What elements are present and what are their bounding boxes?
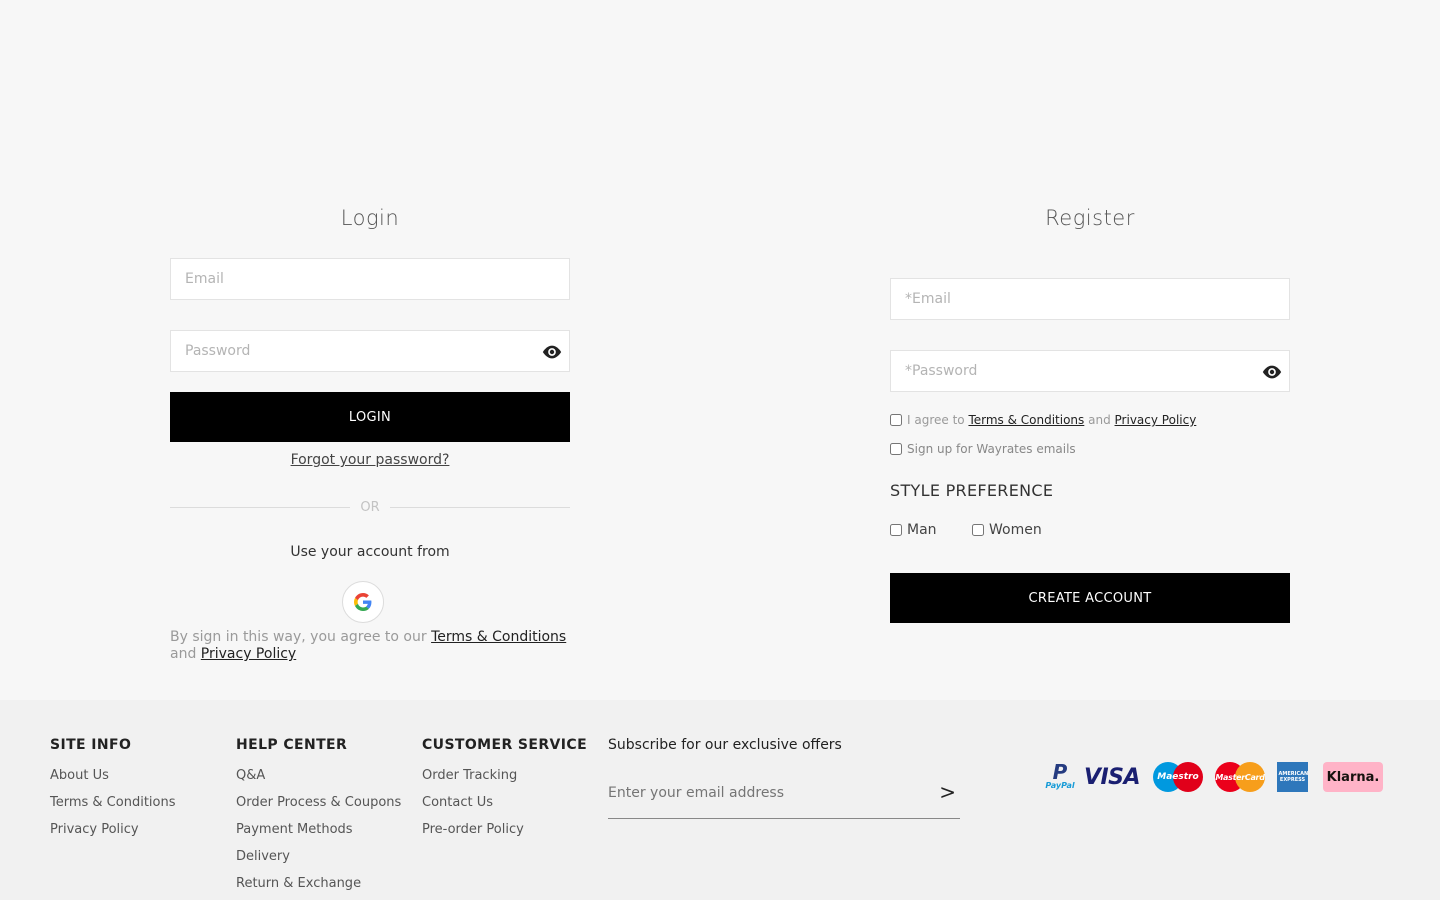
consent-prefix: By sign in this way, you agree to our: [170, 629, 427, 645]
style-women-label: Women: [989, 522, 1042, 538]
mastercard-icon: MasterCard: [1214, 761, 1266, 793]
login-email-input[interactable]: [171, 259, 569, 299]
footer-link-return-exchange[interactable]: Return & Exchange: [236, 876, 361, 891]
footer-link-about-us[interactable]: About Us: [50, 768, 109, 783]
google-login-button[interactable]: [342, 581, 384, 623]
create-account-button[interactable]: CREATE ACCOUNT: [890, 573, 1290, 623]
register-email-input[interactable]: [891, 279, 1289, 319]
forgot-password-link[interactable]: Forgot your password?: [170, 452, 570, 468]
eye-icon[interactable]: [541, 344, 563, 360]
use-account-text: Use your account from: [290, 544, 450, 560]
footer-link-contact-us[interactable]: Contact Us: [422, 795, 493, 810]
register-terms-link[interactable]: Terms & Conditions: [968, 413, 1084, 427]
maestro-wordmark: Maestro: [1157, 772, 1199, 782]
site-info-heading: SITE INFO: [50, 737, 132, 753]
forgot-password-text[interactable]: Forgot your password?: [291, 452, 450, 468]
eye-icon[interactable]: [1261, 364, 1283, 380]
or-text: OR: [360, 499, 380, 515]
agree-prefix: I agree to: [907, 413, 965, 427]
google-icon: [354, 593, 372, 611]
style-preference-heading: STYLE PREFERENCE: [890, 481, 1054, 500]
maestro-icon: Maestro: [1152, 761, 1204, 793]
amex-wordmark: AMERICAN EXPRESS: [1278, 771, 1309, 783]
klarna-icon: Klarna.: [1323, 762, 1383, 792]
signup-emails-row: Sign up for Wayrates emails: [890, 442, 1076, 456]
help-center-heading: HELP CENTER: [236, 737, 348, 753]
login-consent-text: By sign in this way, you agree to our Te…: [170, 629, 580, 663]
login-title: Login: [340, 206, 400, 230]
footer-link-order-tracking[interactable]: Order Tracking: [422, 768, 517, 783]
style-option-women: Women: [972, 522, 1042, 538]
register-title: Register: [1045, 206, 1135, 230]
signup-emails-checkbox[interactable]: [890, 443, 902, 455]
footer-link-delivery[interactable]: Delivery: [236, 849, 290, 864]
footer: SITE INFO About Us Terms & Conditions Pr…: [0, 700, 1440, 900]
register-email-field[interactable]: [890, 278, 1290, 320]
paypal-wordmark: PayPal: [1045, 781, 1075, 790]
visa-icon: VISA: [1082, 761, 1142, 793]
klarna-wordmark: Klarna.: [1326, 769, 1380, 785]
amex-icon: AMERICAN EXPRESS: [1277, 762, 1308, 792]
divider-line-right: [389, 506, 571, 508]
style-man-label: Man: [907, 522, 937, 538]
footer-link-payment-methods[interactable]: Payment Methods: [236, 822, 353, 837]
footer-link-qa[interactable]: Q&A: [236, 768, 265, 783]
or-divider: OR: [170, 498, 571, 516]
style-option-man: Man: [890, 522, 937, 538]
footer-link-order-process[interactable]: Order Process & Coupons: [236, 795, 401, 810]
paypal-icon: P PayPal: [1042, 761, 1078, 793]
subscribe-submit-button[interactable]: >: [939, 780, 956, 804]
style-man-checkbox[interactable]: [890, 524, 902, 536]
login-password-input[interactable]: [171, 331, 569, 371]
footer-link-privacy[interactable]: Privacy Policy: [50, 822, 139, 837]
register-password-input[interactable]: [891, 351, 1289, 391]
paypal-mark: P: [1052, 760, 1068, 784]
visa-wordmark: VISA: [1083, 764, 1141, 790]
signup-emails-label: Sign up for Wayrates emails: [907, 442, 1076, 456]
login-terms-link[interactable]: Terms & Conditions: [431, 629, 566, 645]
login-privacy-link[interactable]: Privacy Policy: [201, 646, 296, 662]
register-password-field[interactable]: [890, 350, 1290, 392]
divider-line-left: [170, 506, 351, 508]
subscribe-field: >: [608, 778, 960, 819]
consent-and: and: [170, 646, 197, 662]
style-women-checkbox[interactable]: [972, 524, 984, 536]
agree-terms-row: I agree to Terms & Conditions and Privac…: [890, 413, 1196, 427]
register-privacy-link[interactable]: Privacy Policy: [1115, 413, 1197, 427]
customer-service-heading: CUSTOMER SERVICE: [422, 737, 588, 753]
login-password-field[interactable]: [170, 330, 570, 372]
footer-link-preorder-policy[interactable]: Pre-order Policy: [422, 822, 524, 837]
footer-link-terms[interactable]: Terms & Conditions: [50, 795, 176, 810]
login-button[interactable]: LOGIN: [170, 392, 570, 442]
mastercard-wordmark: MasterCard: [1215, 772, 1265, 782]
agree-and: and: [1088, 413, 1111, 427]
agree-terms-checkbox[interactable]: [890, 414, 902, 426]
subscribe-email-input[interactable]: [608, 778, 918, 808]
subscribe-heading: Subscribe for our exclusive offers: [608, 737, 842, 753]
login-email-field[interactable]: [170, 258, 570, 300]
